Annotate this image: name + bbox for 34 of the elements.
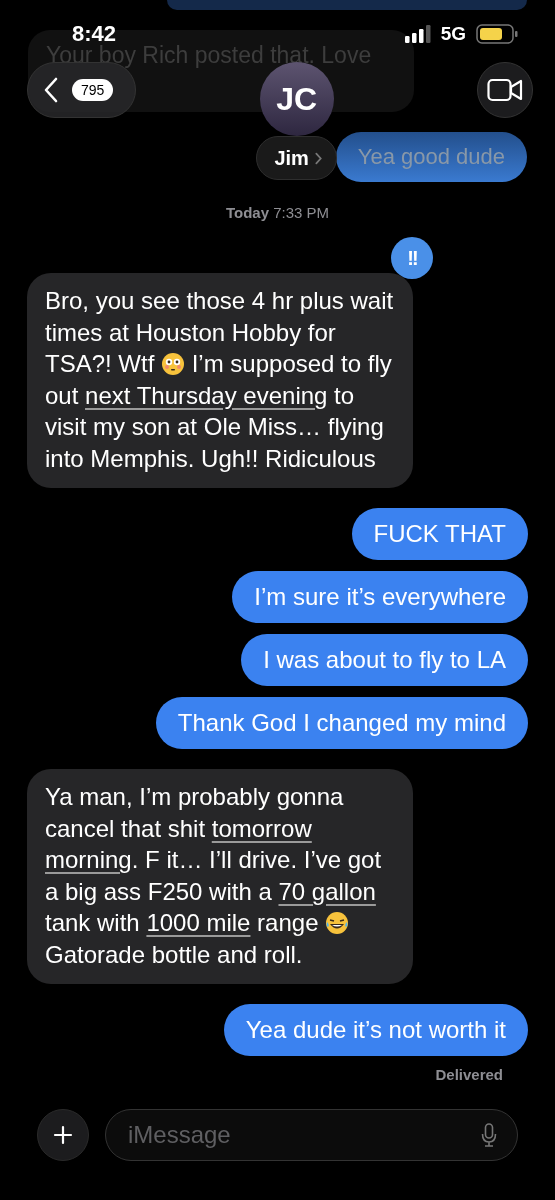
laughing-face-icon <box>325 911 350 935</box>
message-bubble: Yea dude it’s not worth it <box>223 1004 528 1056</box>
detected-link[interactable]: 1000 mile <box>146 909 251 936</box>
contact-name-button[interactable]: Jim <box>256 136 337 180</box>
timestamp: Today 7:33 PM <box>225 204 330 221</box>
unread-count-badge: 795 <box>72 79 114 101</box>
back-button[interactable]: 795 <box>27 62 137 118</box>
status-time: 8:42 <box>72 21 117 46</box>
message-bubble: Yea good dude <box>335 132 527 182</box>
plus-icon <box>53 1125 73 1145</box>
message-bubble: Thank God I changed my mind <box>155 697 528 749</box>
detected-link[interactable]: morning <box>45 846 132 873</box>
flushed-face-icon <box>161 352 185 376</box>
message-bubble: FUCK THAT <box>351 508 528 560</box>
message-field[interactable]: iMessage <box>105 1109 518 1161</box>
add-button[interactable] <box>37 1109 89 1161</box>
microphone-icon[interactable] <box>481 1123 497 1147</box>
detected-link[interactable]: tomorrow <box>211 814 312 842</box>
delivery-status: Delivered <box>435 1066 503 1083</box>
signal-icon <box>404 25 431 43</box>
contact-avatar[interactable]: JC <box>259 62 334 136</box>
message-bubble: I was about to fly to LA <box>241 634 528 686</box>
detected-link[interactable]: next Thursday evening <box>85 381 328 409</box>
video-call-button[interactable] <box>477 62 533 118</box>
message-input-field[interactable]: iMessage <box>126 1120 481 1150</box>
video-camera-icon <box>487 78 523 102</box>
detected-link[interactable]: 70 gallon <box>278 877 376 905</box>
chevron-right-icon <box>314 151 322 165</box>
message-bubble: I’m sure it’s everywhere <box>232 571 528 623</box>
message-bubble: Bro, you see those 4 hr plus wait times at Houston Hobby for TSA?! Wtf I’m supposed to fly out next Thursday evening to visit my son at Ole Miss… flying into Memphis. Ugh!! Ridiculous <box>27 273 413 488</box>
chevron-left-icon <box>44 77 58 103</box>
message-bubble: Ya man, I’m probably gonna cancel that shit tomorrow morning. F it… I’ll drive. I’ve got a big ass F250 with a 70 gallon tank with 1000 mile range Gatorade bottle and roll. <box>27 769 413 984</box>
network-label: 5G <box>440 23 466 45</box>
battery-icon <box>476 24 518 44</box>
